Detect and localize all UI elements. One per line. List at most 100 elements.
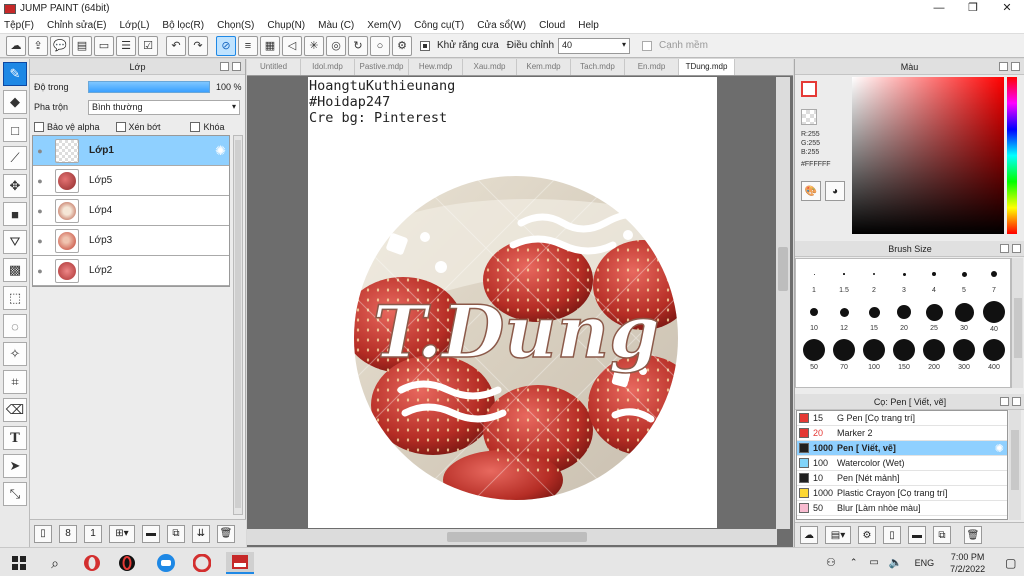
panel-close-icon[interactable] [1012,244,1021,253]
maximize-button[interactable]: ❐ [956,0,990,17]
language-indicator[interactable]: ENG [915,558,935,568]
layer-row[interactable]: ● Lớp2 [33,256,229,286]
brush-copy-icon[interactable]: ▯ [883,526,901,544]
brush-folder-icon[interactable]: ▬ [908,526,926,544]
panel-float-icon[interactable] [1000,397,1009,406]
brush-size-option[interactable]: 200 [919,339,949,371]
brush-list-item[interactable]: 1000 Plastic Crayon [Cọ trang trí] [797,486,1007,501]
layer-row[interactable]: ● Lớp1 ✺ [33,136,229,166]
new-layer-icon[interactable]: ▯ [34,524,52,543]
select-eraser-tool-icon[interactable]: ⌫ [3,398,27,422]
tab-untitled[interactable]: Untitled [247,59,301,75]
brush-size-option[interactable]: 12 [829,301,859,332]
brush-size-option[interactable]: 5 [949,263,979,294]
new-1bit-layer-icon[interactable]: 1 [84,524,102,543]
menu-window[interactable]: Cửa sổ(W) [477,20,526,31]
clipping-checkbox[interactable] [115,122,126,132]
smooth-edge-checkbox[interactable] [642,40,653,51]
duplicate-layer-icon[interactable]: ⧉ [167,524,185,543]
panel-close-icon[interactable] [1011,62,1020,71]
menu-select[interactable]: Chọn(S) [217,20,254,31]
gradient-tool-icon[interactable]: ▩ [3,258,27,282]
redo-icon[interactable]: ↷ [188,35,208,56]
search-icon[interactable]: ⌕ [44,552,66,574]
visibility-dot-icon[interactable]: ● [33,266,47,276]
windows-start-icon[interactable] [8,552,30,574]
cloud-brush-icon[interactable]: ☁ [800,526,818,544]
brush-size-option[interactable]: 100 [859,339,889,371]
brush-size-option[interactable]: 7 [979,263,1009,294]
list-icon[interactable]: ☰ [116,35,136,56]
bucket-tool-icon[interactable]: ⛛ [3,230,27,254]
lock-checkbox[interactable] [190,122,201,132]
foreground-color-swatch[interactable] [801,81,817,97]
volume-icon[interactable]: 🔈 [889,556,903,569]
line-tool-icon[interactable]: ⟋ [3,146,27,170]
tab-en[interactable]: En.mdp [625,59,679,75]
brush-list-item[interactable]: 100 Watercolor (Wet) [797,456,1007,471]
select-pen-tool-icon[interactable]: ⌗ [3,370,27,394]
brush-size-option[interactable]: 20 [889,301,919,332]
menu-view[interactable]: Xem(V) [367,20,401,31]
cloud-icon[interactable]: ☁ [6,35,26,56]
add-brush-menu-icon[interactable]: ▤▾ [825,526,851,544]
menu-tools[interactable]: Công cụ(T) [414,20,464,31]
brush-size-option[interactable]: 30 [949,301,979,332]
opera-icon[interactable] [80,552,104,574]
select-rect-tool-icon[interactable]: ⬚ [3,286,27,310]
transparent-color-swatch[interactable] [801,109,817,125]
brush-list-item[interactable]: 15 G Pen [Cọ trang trí] [797,411,1007,426]
brush-size-option[interactable]: 4 [919,263,949,294]
tab-kem[interactable]: Kem.mdp [517,59,571,75]
menu-cloud[interactable]: Cloud [539,20,565,31]
brush-settings-icon[interactable]: ⚙ [858,526,876,544]
brush-size-option[interactable]: 40 [979,301,1009,333]
layer-row[interactable]: ● Lớp5 [33,166,229,196]
jump-paint-taskbar-icon[interactable] [226,552,254,574]
folder-icon[interactable]: ▬ [142,524,160,543]
opacity-slider[interactable] [88,81,210,93]
brush-list-item[interactable]: 50 Blur [Làm nhòe màu] [797,501,1007,516]
saturation-value-picker[interactable] [852,77,1004,234]
panel-float-icon[interactable] [999,62,1008,71]
tab-hew[interactable]: Hew.mdp [409,59,463,75]
panel-close-icon[interactable] [232,62,241,71]
notification-icon[interactable]: ▢ [1005,556,1016,570]
canvas-vertical-scrollbar[interactable] [776,77,790,529]
fill-rect-tool-icon[interactable]: ■ [3,202,27,226]
delete-layer-icon[interactable]: 🗑 [217,524,235,543]
brush-size-option[interactable]: 50 [799,339,829,371]
tab-pastive[interactable]: Pastive.mdp [355,59,409,75]
visibility-dot-icon[interactable]: ● [33,236,47,246]
brush-size-option[interactable]: 400 [979,339,1009,371]
new-8bit-layer-icon[interactable]: 8 [59,524,77,543]
brush-size-option[interactable]: 3 [889,263,919,294]
eraser-tool-icon[interactable]: ◆ [3,90,27,114]
brush-size-option[interactable]: 25 [919,301,949,332]
menu-help[interactable]: Help [578,20,599,31]
layer-row[interactable]: ● Lớp3 [33,226,229,256]
curve-icon[interactable]: ↻ [348,35,368,56]
message-icon[interactable]: ▤ [72,35,92,56]
snap-off-icon[interactable]: ⊘ [216,35,236,56]
visibility-dot-icon[interactable]: ● [33,176,47,186]
menu-color[interactable]: Màu (C) [318,20,354,31]
protect-alpha-checkbox[interactable] [34,122,44,132]
rectangle-tool-icon[interactable]: □ [3,118,27,142]
blend-mode-select[interactable]: Bình thường [88,99,240,115]
add-layer-menu-icon[interactable]: ⊞▾ [109,524,135,543]
hue-slider[interactable] [1007,77,1017,234]
merge-layer-icon[interactable]: ⇊ [192,524,210,543]
brush-settings-gear-icon[interactable]: ✺ [995,442,1004,455]
brush-list-item[interactable]: 10 Pen [Nét mảnh] [797,471,1007,486]
zalo-icon[interactable] [154,552,178,574]
undo-icon[interactable]: ↶ [166,35,186,56]
export-icon[interactable]: ⇪ [28,35,48,56]
visibility-dot-icon[interactable]: ● [33,206,47,216]
checklist-icon[interactable]: ☑ [138,35,158,56]
panel-close-icon[interactable] [1012,397,1021,406]
tab-tdung[interactable]: TDung.mdp [679,59,735,75]
perspective-icon[interactable]: ◁ [282,35,302,56]
close-button[interactable]: ✕ [990,0,1024,17]
brush-list-scrollbar[interactable] [1009,410,1021,520]
